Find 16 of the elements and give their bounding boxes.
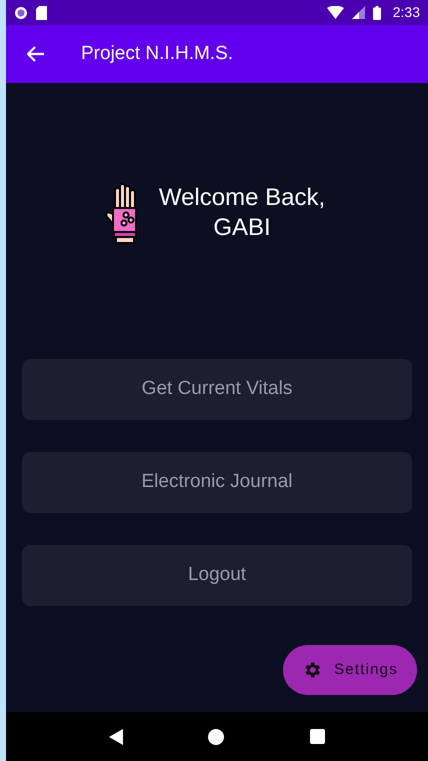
settings-button[interactable]: Settings: [283, 645, 417, 695]
wifi-icon: [326, 6, 344, 19]
menu-button[interactable]: Get Current Vitals: [22, 359, 412, 420]
status-time: 2:33: [392, 3, 420, 22]
menu-button[interactable]: Logout: [22, 545, 412, 606]
record-icon: [14, 6, 28, 20]
sd-card-icon: [36, 6, 47, 20]
signal-icon: [352, 6, 365, 19]
home-circle-icon[interactable]: [208, 728, 224, 744]
back-arrow-icon: [27, 46, 45, 62]
battery-icon: [372, 6, 381, 20]
back-triangle-icon[interactable]: [108, 728, 123, 744]
welcome-message: Welcome Back, GABI: [158, 183, 326, 243]
app-bar-title: Project N.I.H.M.S.: [81, 42, 234, 66]
menu-button[interactable]: Electronic Journal: [22, 452, 412, 513]
recents-square-icon[interactable]: [310, 729, 326, 744]
